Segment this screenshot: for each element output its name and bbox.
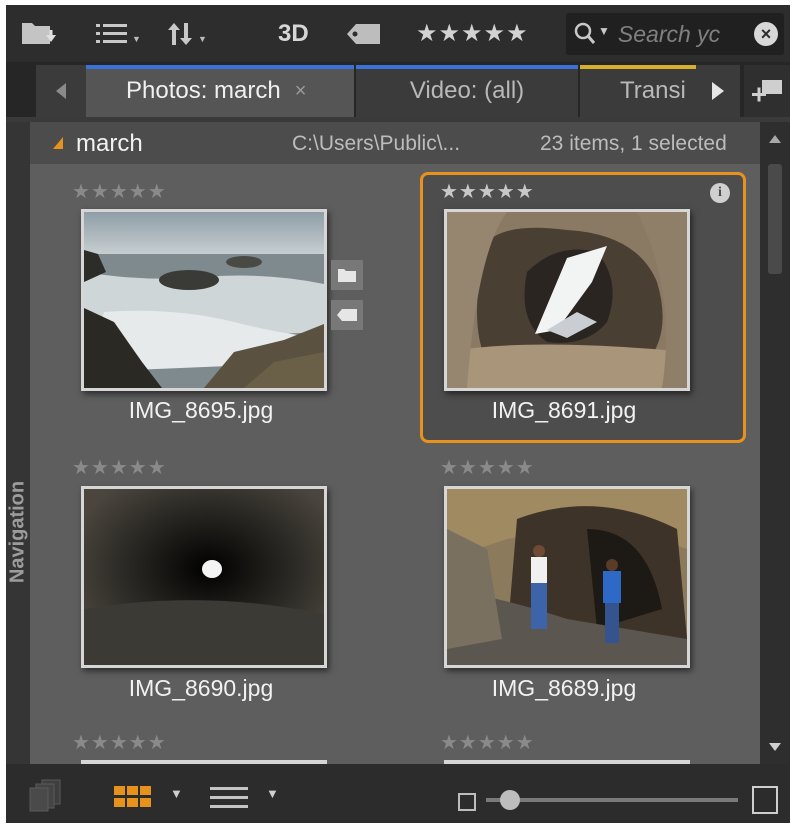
import-folder-button[interactable] (20, 5, 58, 62)
clear-search-icon[interactable]: × (754, 22, 778, 46)
tag-filter-button[interactable] (346, 5, 382, 62)
rating-filter[interactable]: ★★★★★ (416, 5, 529, 62)
thumbnail-image[interactable] (81, 209, 327, 391)
navigation-label: Navigation (6, 480, 29, 584)
thumbnail-grid: ★★★★★ IMG_8695.jpg ★★★★★ i IMG_8691.jpg … (30, 164, 760, 764)
tab-accent (86, 65, 354, 69)
library-panel: ▼ ▼ 3D ★★★★★ ▼ Search yc × Photos: march… (6, 5, 790, 823)
collapse-triangle-icon[interactable] (52, 136, 64, 150)
rating-stars[interactable]: ★★★★★ (72, 179, 167, 204)
thumbnail-image[interactable] (444, 209, 690, 391)
tab-photos[interactable]: Photos: march × (86, 65, 354, 117)
size-small-icon[interactable] (458, 793, 476, 811)
navigation-panel-toggle[interactable]: Navigation (6, 122, 30, 764)
tab-bar: Photos: march × Video: (all) Transi (6, 62, 790, 117)
list-view-menu-icon (96, 23, 127, 43)
rating-stars[interactable]: ★★★★★ (72, 455, 167, 480)
close-tab-icon[interactable]: × (295, 80, 307, 103)
sort-icon (168, 22, 192, 45)
chevron-down-icon[interactable]: ▼ (170, 786, 183, 801)
thumbnail-image[interactable] (444, 486, 690, 668)
folder-icon (338, 269, 356, 282)
view-options-button[interactable]: ▼ (96, 5, 141, 62)
list-view-button[interactable] (210, 786, 248, 815)
tab-label: Transi (620, 77, 686, 104)
chevron-down-icon: ▼ (598, 24, 610, 38)
tab-label: Video: (all) (409, 77, 525, 104)
size-large-icon[interactable] (752, 786, 778, 814)
thumbnail-image[interactable] (81, 486, 327, 668)
info-icon[interactable]: i (710, 183, 730, 203)
thumbnail-filename: IMG_8691.jpg (491, 397, 637, 423)
rating-stars[interactable]: ★★★★★ (440, 455, 535, 480)
scrollbar-thumb[interactable] (768, 164, 782, 274)
tunnel-photo (84, 489, 324, 665)
rating-stars[interactable]: ★★★★★ (440, 179, 535, 204)
tab-accent (356, 65, 578, 69)
bottom-toolbar: ▼ ▼ (6, 764, 790, 823)
zoom-slider[interactable] (486, 790, 738, 810)
add-tag-button[interactable] (331, 300, 363, 330)
tab-transitions[interactable]: Transi (580, 65, 696, 117)
move-to-folder-button[interactable] (331, 260, 363, 290)
tab-video[interactable]: Video: (all) (356, 65, 578, 117)
folder-header: march C:\Users\Public\... 23 items, 1 se… (30, 122, 760, 164)
grid-view-icon (114, 786, 151, 807)
folder-name: march (76, 130, 143, 157)
cave-arch-photo (447, 212, 687, 388)
thumbnail-filename: IMG_8695.jpg (128, 397, 274, 423)
vertical-scrollbar[interactable] (760, 122, 790, 764)
chevron-left-icon (56, 83, 66, 99)
tag-icon (337, 309, 357, 321)
chevron-down-icon[interactable]: ▼ (266, 786, 279, 801)
folder-path: C:\Users\Public\... (292, 132, 461, 155)
tabs-back-button[interactable] (36, 65, 86, 117)
tab-label: Photos: march (126, 77, 281, 104)
search-icon (574, 22, 596, 44)
sort-button[interactable]: ▼ (166, 5, 207, 62)
grid-view-button[interactable] (114, 786, 152, 813)
thumbnail-filename: IMG_8689.jpg (491, 675, 637, 701)
chevron-down-icon: ▼ (132, 33, 141, 44)
tabs-forward-button[interactable] (696, 65, 740, 117)
new-tab-button[interactable] (744, 65, 790, 117)
scroll-up-icon[interactable] (768, 134, 782, 144)
chevron-right-icon (712, 82, 724, 100)
zoom-slider-handle[interactable] (500, 790, 520, 810)
3d-filter-button[interactable]: 3D (278, 5, 309, 62)
list-view-icon (210, 787, 248, 808)
item-count: 23 items, 1 selected (540, 132, 727, 155)
thumbnail-filename: IMG_8690.jpg (128, 675, 274, 701)
tab-accent (580, 65, 696, 69)
folder-import-icon (22, 22, 56, 44)
add-tab-icon (752, 80, 782, 102)
search-box[interactable]: ▼ Search yc × (566, 13, 784, 55)
chevron-down-icon: ▼ (198, 33, 207, 44)
tag-icon (347, 23, 380, 44)
cave-people-photo (447, 489, 687, 665)
toolbar: ▼ ▼ 3D ★★★★★ ▼ Search yc × (6, 5, 790, 62)
seascape-photo (84, 212, 324, 388)
rating-stars[interactable]: ★★★★★ (72, 730, 167, 755)
rating-stars[interactable]: ★★★★★ (440, 730, 535, 755)
search-input[interactable]: Search yc (618, 21, 730, 48)
stack-icon[interactable] (28, 778, 64, 812)
scroll-down-icon[interactable] (768, 742, 782, 752)
